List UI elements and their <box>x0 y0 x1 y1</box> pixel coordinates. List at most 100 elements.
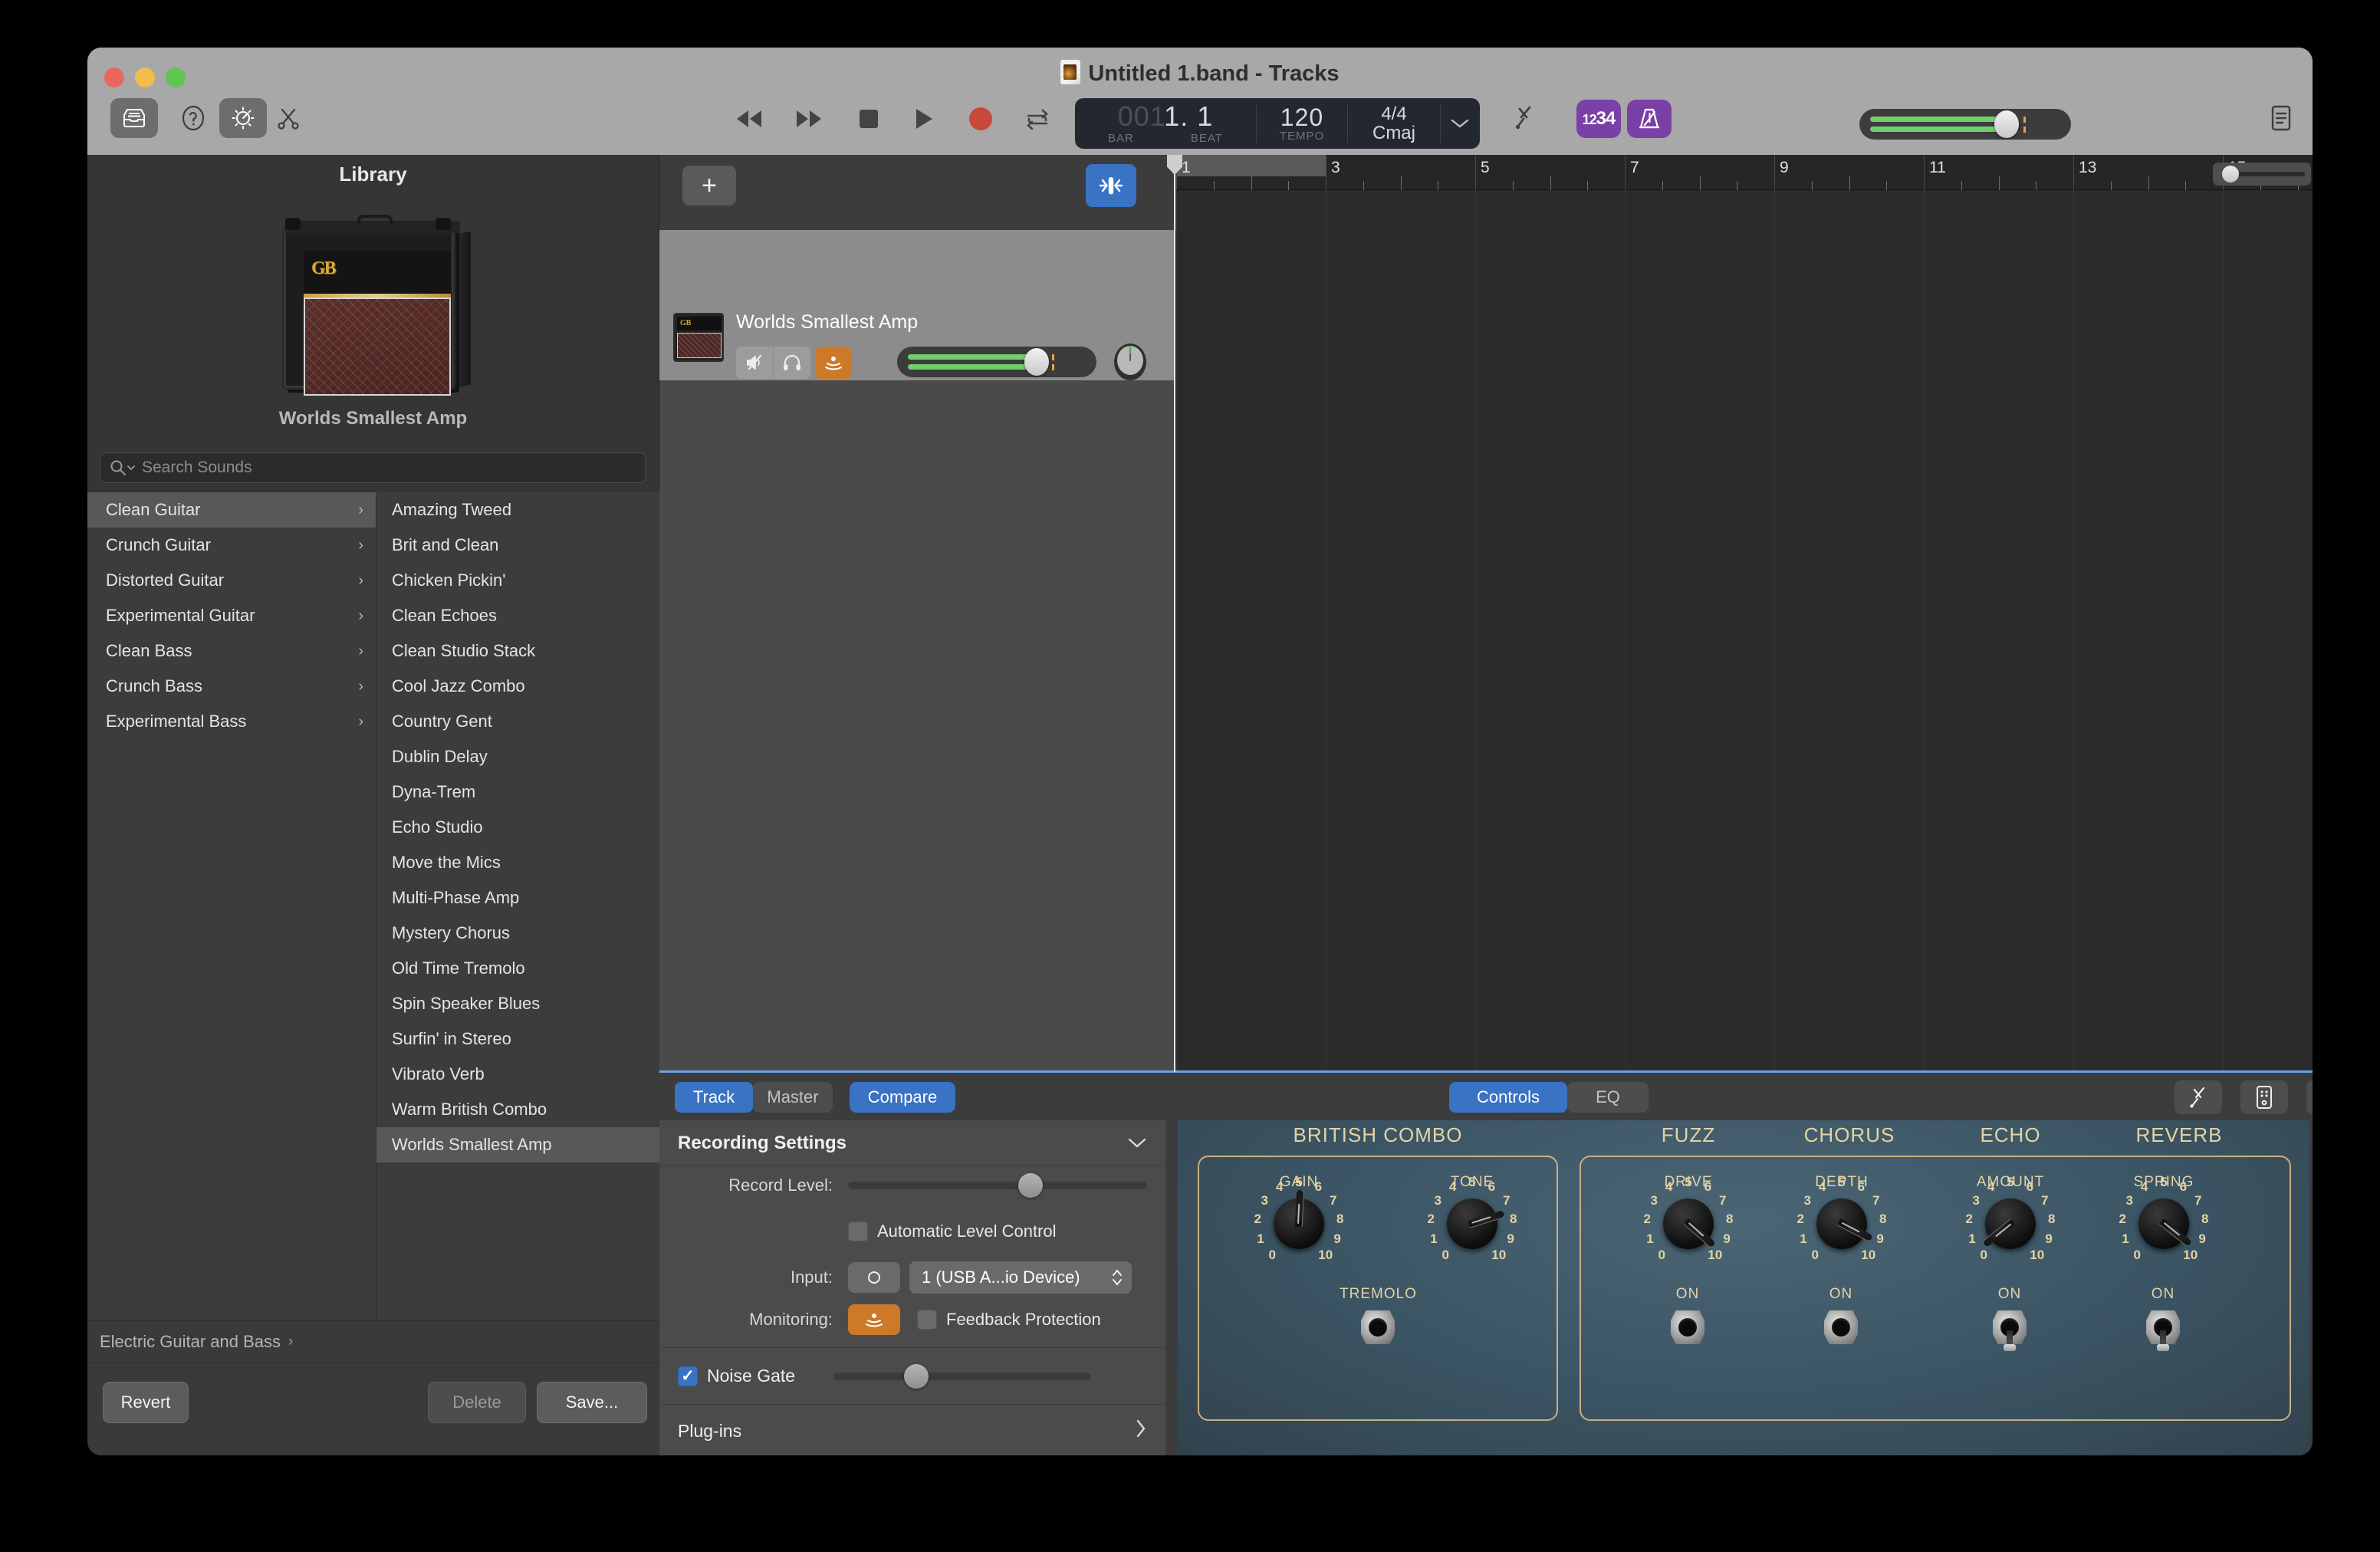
library-preset-item[interactable]: Cool Jazz Combo <box>376 669 659 704</box>
tuning-fork-icon[interactable] <box>1504 98 1544 138</box>
library-preset-item[interactable]: Clean Studio Stack <box>376 633 659 669</box>
chevron-down-icon[interactable] <box>1441 98 1479 149</box>
feedback-protection-checkbox[interactable] <box>917 1310 937 1330</box>
library-category-item[interactable]: Experimental Bass› <box>87 704 376 739</box>
library-breadcrumb[interactable]: Electric Guitar and Bass › <box>87 1320 659 1363</box>
cycle-region[interactable] <box>1176 155 1326 176</box>
amp-knob-dial[interactable] <box>1985 1199 2036 1249</box>
recording-settings-header[interactable]: Recording Settings <box>659 1120 1165 1166</box>
amp-toggle-switch[interactable] <box>1990 1307 2030 1350</box>
amp-toggle[interactable]: ON <box>2125 1286 2201 1350</box>
tracks-canvas[interactable] <box>1176 190 2313 1070</box>
master-volume-knob[interactable] <box>1994 110 2019 138</box>
revert-button[interactable]: Revert <box>103 1382 189 1423</box>
amp-knob-dial[interactable] <box>2138 1199 2189 1249</box>
tab-eq[interactable]: EQ <box>1567 1082 1649 1113</box>
library-preset-item[interactable]: Old Time Tremolo <box>376 951 659 986</box>
automatic-level-control-checkbox[interactable] <box>848 1222 868 1241</box>
fast-forward-button[interactable] <box>787 101 831 136</box>
amp-knob[interactable]: SPRING012345678910 <box>2107 1174 2221 1278</box>
library-preset-item[interactable]: Chicken Pickin' <box>376 563 659 598</box>
amp-toggle[interactable]: TREMOLO <box>1340 1286 1416 1350</box>
tab-track[interactable]: Track <box>675 1082 753 1113</box>
library-preset-item[interactable]: Country Gent <box>376 704 659 739</box>
amp-knob[interactable]: TONE012345678910 <box>1415 1174 1529 1278</box>
amp-knob[interactable]: DEPTH012345678910 <box>1785 1174 1898 1278</box>
amp-knob-dial[interactable] <box>1816 1199 1867 1249</box>
play-button[interactable] <box>902 101 946 136</box>
noise-gate-checkbox[interactable] <box>678 1366 698 1386</box>
loop-browser-button[interactable] <box>219 98 267 138</box>
note-pad-button[interactable] <box>2261 98 2301 138</box>
library-category-item[interactable]: Clean Guitar› <box>87 492 376 528</box>
amp-toggle-switch[interactable] <box>2143 1307 2183 1350</box>
zoom-slider-knob[interactable] <box>2222 166 2239 182</box>
library-preset-item[interactable]: Dublin Delay <box>376 739 659 774</box>
library-preset-item[interactable]: Echo Studio <box>376 810 659 845</box>
compare-button[interactable]: Compare <box>850 1082 955 1113</box>
amp-toggle[interactable]: ON <box>1649 1286 1726 1350</box>
library-preset-item[interactable]: Worlds Smallest Amp <box>376 1127 659 1162</box>
delete-button[interactable]: Delete <box>428 1382 526 1423</box>
noise-gate-knob[interactable] <box>904 1364 929 1389</box>
amp-toggle-switch[interactable] <box>1668 1307 1708 1350</box>
quick-help-button[interactable] <box>173 98 213 138</box>
library-preset-item[interactable]: Amazing Tweed <box>376 492 659 528</box>
library-category-item[interactable]: Experimental Guitar› <box>87 598 376 633</box>
lcd-signature[interactable]: 4/4 Cmaj <box>1348 98 1440 149</box>
library-toggle-button[interactable] <box>110 98 158 138</box>
count-in-button[interactable]: 1234 <box>1576 100 1621 138</box>
add-track-button[interactable]: + <box>682 166 736 206</box>
library-category-item[interactable]: Crunch Guitar› <box>87 528 376 563</box>
record-enable-button[interactable] <box>815 347 852 379</box>
amp-knob[interactable]: AMOUNT012345678910 <box>1954 1174 2067 1278</box>
tuning-fork-icon[interactable] <box>2175 1080 2222 1114</box>
library-preset-item[interactable]: Warm British Combo <box>376 1092 659 1127</box>
mute-button[interactable] <box>736 347 773 379</box>
library-preset-item[interactable]: Dyna-Trem <box>376 774 659 810</box>
track-name[interactable]: Worlds Smallest Amp <box>736 311 918 334</box>
library-preset-item[interactable]: Spin Speaker Blues <box>376 986 659 1021</box>
library-preset-item[interactable]: Move the Mics <box>376 845 659 880</box>
record-level-knob[interactable] <box>1018 1173 1043 1198</box>
library-category-item[interactable]: Crunch Bass› <box>87 669 376 704</box>
timeline-ruler[interactable]: 13579111315 <box>1176 155 2313 190</box>
library-category-item[interactable]: Clean Bass› <box>87 633 376 669</box>
tab-master[interactable]: Master <box>753 1082 833 1113</box>
lcd-tempo[interactable]: 120 TEMPO <box>1257 98 1347 149</box>
amp-knob-dial[interactable] <box>1447 1199 1497 1249</box>
amp-knob-dial[interactable] <box>1274 1199 1324 1249</box>
amp-knob-dial[interactable] <box>1663 1199 1714 1249</box>
scissors-editor-button[interactable] <box>268 98 308 138</box>
track-volume-knob[interactable] <box>1024 348 1049 376</box>
input-source-select[interactable]: 1 (USB A...io Device) <box>909 1261 1132 1294</box>
library-preset-item[interactable]: Brit and Clean <box>376 528 659 563</box>
noise-gate-slider[interactable] <box>833 1373 1091 1380</box>
apple-loops-button[interactable] <box>2311 98 2313 138</box>
horizontal-zoom-slider[interactable] <box>2213 163 2311 186</box>
library-category-item[interactable]: Distorted Guitar› <box>87 563 376 598</box>
cycle-button[interactable] <box>1015 101 1060 136</box>
amp-toggle[interactable]: ON <box>1971 1286 2048 1350</box>
library-preset-item[interactable]: Vibrato Verb <box>376 1057 659 1092</box>
stompbox-icon[interactable] <box>2240 1080 2288 1114</box>
lcd-position[interactable]: 0011. 1 BAR BEAT <box>1075 98 1256 149</box>
mono-input-button[interactable] <box>848 1262 900 1293</box>
amp-toggle-switch[interactable] <box>1358 1307 1398 1350</box>
solo-button[interactable] <box>774 347 810 379</box>
search-sounds-box[interactable] <box>100 452 646 483</box>
tab-controls[interactable]: Controls <box>1449 1082 1567 1113</box>
amp-toggle-switch[interactable] <box>1821 1307 1861 1350</box>
library-preset-item[interactable]: Clean Echoes <box>376 598 659 633</box>
amp-toggle[interactable]: ON <box>1803 1286 1879 1350</box>
track-row[interactable]: GB Worlds Smallest Amp <box>659 230 1175 380</box>
track-volume-slider[interactable] <box>897 347 1096 377</box>
chevron-right-icon[interactable] <box>1135 1418 1147 1445</box>
record-button[interactable] <box>958 101 1003 136</box>
library-preset-item[interactable]: Surfin' in Stereo <box>376 1021 659 1057</box>
amp-knob[interactable]: GAIN012345678910 <box>1242 1174 1356 1278</box>
playhead[interactable] <box>1174 155 1175 1072</box>
stop-button[interactable] <box>846 101 891 136</box>
chevron-down-icon[interactable] <box>1127 1133 1147 1153</box>
tuner-toggle-button[interactable] <box>1086 164 1136 207</box>
